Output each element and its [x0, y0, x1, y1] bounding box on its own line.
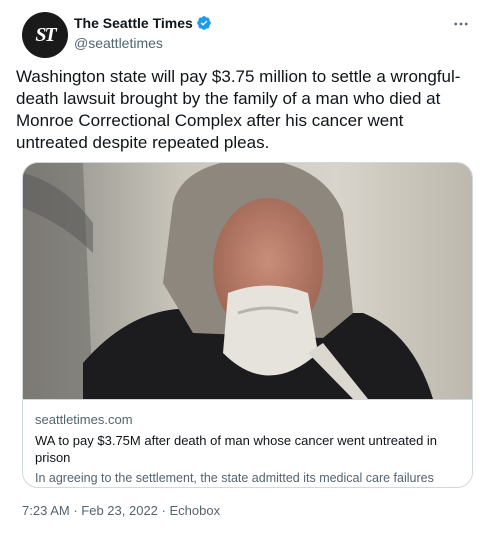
display-name-text: The Seattle Times	[74, 15, 193, 31]
author-names: The Seattle Times @seattletimes	[74, 15, 212, 51]
tweet-source[interactable]: Echobox	[170, 503, 221, 518]
verified-badge-icon	[196, 16, 211, 30]
ellipsis-icon[interactable]	[451, 14, 471, 34]
avatar[interactable]: ST	[22, 12, 68, 58]
tweet-meta: 7:23 AM · Feb 23, 2022 · Echobox	[22, 503, 220, 518]
avatar-initials: ST	[35, 23, 56, 46]
card-info: seattletimes.com WA to pay $3.75M after …	[23, 399, 472, 487]
handle[interactable]: @seattletimes	[74, 35, 212, 51]
display-name[interactable]: The Seattle Times	[74, 15, 212, 31]
tweet: ST The Seattle Times @seattletimes Washi…	[0, 0, 487, 536]
meta-separator: ·	[161, 503, 166, 518]
tweet-time[interactable]: 7:23 AM	[22, 503, 70, 518]
card-image	[23, 163, 472, 399]
link-card[interactable]: seattletimes.com WA to pay $3.75M after …	[22, 162, 473, 488]
card-domain: seattletimes.com	[35, 412, 133, 427]
tweet-header: ST The Seattle Times @seattletimes	[16, 12, 471, 60]
ellipsis-glyph	[454, 22, 468, 26]
card-title: WA to pay $3.75M after death of man whos…	[35, 433, 438, 465]
tweet-text: Washington state will pay $3.75 million …	[16, 67, 461, 152]
card-description: In agreeing to the settlement, the state…	[35, 471, 434, 485]
meta-separator: ·	[73, 503, 78, 518]
tweet-date[interactable]: Feb 23, 2022	[81, 503, 158, 518]
